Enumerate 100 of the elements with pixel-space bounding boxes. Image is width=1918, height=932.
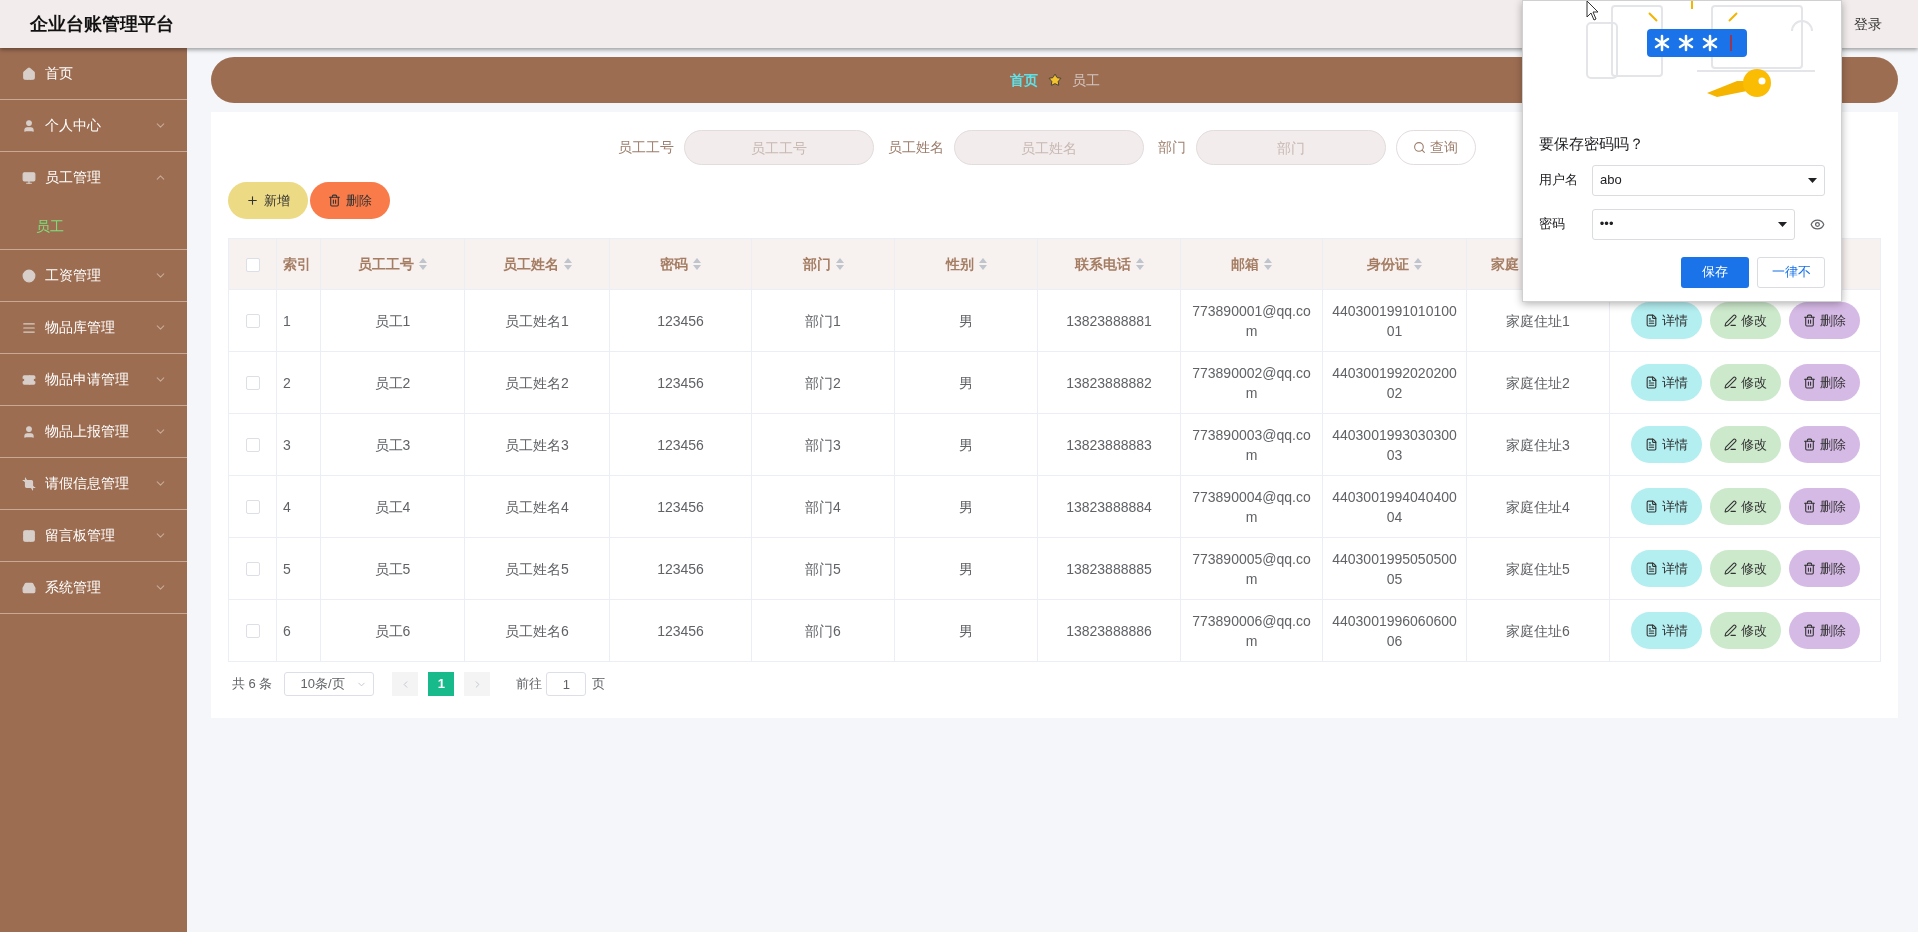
search-button[interactable]: 查询 bbox=[1395, 130, 1476, 165]
trash-icon bbox=[1802, 624, 1816, 637]
detail-button[interactable]: 详情 bbox=[1630, 364, 1702, 401]
sort-icon bbox=[419, 258, 427, 270]
checkbox[interactable] bbox=[245, 500, 260, 515]
delete-button[interactable]: 删除 bbox=[1788, 426, 1860, 463]
table-cell-text: 男 bbox=[958, 497, 974, 517]
trash-icon bbox=[1802, 500, 1816, 513]
sidebar-item[interactable]: 请假信息管理 bbox=[0, 458, 187, 509]
delete-button[interactable]: 删除 bbox=[1788, 302, 1860, 339]
field-label: 密码 bbox=[1539, 215, 1566, 234]
table-cell-text: 123456 bbox=[656, 497, 705, 517]
sidebar-item[interactable]: 物品上报管理 bbox=[0, 406, 187, 457]
checkbox[interactable] bbox=[245, 376, 260, 391]
table-cell-text: 773890006@qq.com bbox=[1191, 611, 1312, 651]
never-button[interactable]: 一律不 bbox=[1757, 256, 1825, 288]
edit-button[interactable]: 修改 bbox=[1709, 612, 1781, 649]
column-header[interactable]: 部门 bbox=[751, 238, 895, 290]
field-label: 部门 bbox=[1157, 138, 1186, 157]
table-cell-text: 部门2 bbox=[804, 373, 842, 393]
page-size-select[interactable]: 10条/页 bbox=[284, 672, 375, 696]
column-header[interactable]: 密码 bbox=[609, 238, 752, 290]
dropdown-icon bbox=[1778, 221, 1788, 227]
sidebar-item[interactable]: 物品库管理 bbox=[0, 302, 187, 353]
trash-icon bbox=[328, 194, 341, 207]
user-icon bbox=[22, 118, 36, 133]
table-cell-text: 员工姓名1 bbox=[504, 311, 570, 331]
sidebar-item[interactable]: 系统管理 bbox=[0, 562, 187, 613]
sidebar-item[interactable]: 留言板管理 bbox=[0, 510, 187, 561]
column-header: 索引 bbox=[276, 238, 321, 290]
table-cell-text: 部门4 bbox=[804, 497, 842, 517]
delete-button[interactable]: 删除 bbox=[1788, 364, 1860, 401]
sidebar-subitem[interactable]: 员工 bbox=[0, 203, 187, 249]
table-cell-text: 员工6 bbox=[373, 621, 412, 641]
sidebar-item[interactable]: 物品申请管理 bbox=[0, 354, 187, 405]
edit-button[interactable]: 修改 bbox=[1709, 488, 1781, 525]
table-cell-text: 440300199404040004 bbox=[1331, 487, 1458, 527]
eye-icon[interactable] bbox=[1810, 216, 1825, 232]
sort-icon bbox=[693, 258, 701, 270]
delete-button[interactable]: 删除 bbox=[1788, 612, 1860, 649]
checkbox[interactable] bbox=[245, 257, 260, 272]
checkbox[interactable] bbox=[245, 562, 260, 577]
detail-button[interactable]: 详情 bbox=[1630, 550, 1702, 587]
breadcrumb-item[interactable]: 首页 bbox=[1009, 69, 1038, 91]
dropdown-icon bbox=[1808, 177, 1817, 183]
edit-button[interactable]: 修改 bbox=[1709, 550, 1781, 587]
goto-field[interactable]: 1 bbox=[546, 672, 587, 696]
detail-button[interactable]: 详情 bbox=[1630, 426, 1702, 463]
password-field[interactable]: ••• bbox=[1591, 208, 1796, 240]
table-cell-text: 13823888881 bbox=[1065, 311, 1153, 331]
sidebar-item[interactable]: 工资管理 bbox=[0, 250, 187, 301]
delete-button[interactable]: 删除 bbox=[310, 182, 390, 219]
detail-button[interactable]: 详情 bbox=[1630, 302, 1702, 339]
detail-button[interactable]: 详情 bbox=[1630, 612, 1702, 649]
column-header[interactable]: 员工工号 bbox=[320, 238, 465, 290]
sidebar-item[interactable]: 个人中心 bbox=[0, 100, 187, 151]
checkbox[interactable] bbox=[245, 624, 260, 639]
detail-button[interactable]: 详情 bbox=[1630, 488, 1702, 525]
document-icon bbox=[1644, 624, 1658, 637]
table-cell-text: 4 bbox=[283, 497, 292, 517]
home-icon bbox=[22, 66, 36, 81]
logout-link[interactable]: 登录 bbox=[1854, 13, 1888, 35]
pencil-icon bbox=[1723, 500, 1737, 513]
table-cell-text: 123456 bbox=[656, 311, 705, 331]
column-header[interactable]: 身份证 bbox=[1322, 238, 1467, 290]
column-header[interactable]: 性别 bbox=[894, 238, 1038, 290]
edit-button[interactable]: 修改 bbox=[1709, 302, 1781, 339]
goto-suffix: 页 bbox=[592, 675, 606, 694]
delete-button[interactable]: 删除 bbox=[1788, 488, 1860, 525]
table-cell-text: 部门5 bbox=[804, 559, 842, 579]
table-cell-text: 员工3 bbox=[373, 435, 412, 455]
edit-button[interactable]: 修改 bbox=[1709, 364, 1781, 401]
search-field[interactable]: 员工工号 bbox=[683, 130, 874, 165]
prev-page-button[interactable] bbox=[392, 672, 419, 696]
field-label: 用户名 bbox=[1539, 171, 1579, 190]
next-page-button[interactable] bbox=[464, 672, 491, 696]
add-button[interactable]: 新增 bbox=[228, 182, 308, 219]
checkbox[interactable] bbox=[245, 438, 260, 453]
field-label: 员工姓名 bbox=[887, 138, 944, 157]
sidebar-item[interactable]: 首页 bbox=[0, 48, 187, 99]
sidebar-item[interactable]: 员工管理 bbox=[0, 152, 187, 203]
column-header[interactable]: 邮箱 bbox=[1180, 238, 1323, 290]
pencil-icon bbox=[1723, 376, 1737, 389]
pencil-icon bbox=[1723, 562, 1737, 575]
username-field[interactable]: abo bbox=[1592, 164, 1825, 196]
sort-icon bbox=[1264, 258, 1272, 270]
page-button[interactable]: 1 bbox=[428, 672, 455, 696]
sort-icon bbox=[1414, 258, 1422, 270]
edit-button[interactable]: 修改 bbox=[1709, 426, 1781, 463]
sort-icon bbox=[978, 258, 987, 270]
trash-icon bbox=[1802, 562, 1816, 575]
column-header[interactable]: 员工姓名 bbox=[464, 238, 610, 290]
search-field[interactable]: 员工姓名 bbox=[953, 130, 1144, 165]
table-cell-text: 男 bbox=[958, 435, 974, 455]
app-title: 企业台账管理平台 bbox=[30, 12, 174, 36]
column-header[interactable]: 联系电话 bbox=[1037, 238, 1181, 290]
delete-button[interactable]: 删除 bbox=[1788, 550, 1860, 587]
table-cell-text: 部门1 bbox=[804, 311, 842, 331]
save-button[interactable]: 保存 bbox=[1681, 256, 1749, 288]
checkbox[interactable] bbox=[245, 314, 260, 329]
